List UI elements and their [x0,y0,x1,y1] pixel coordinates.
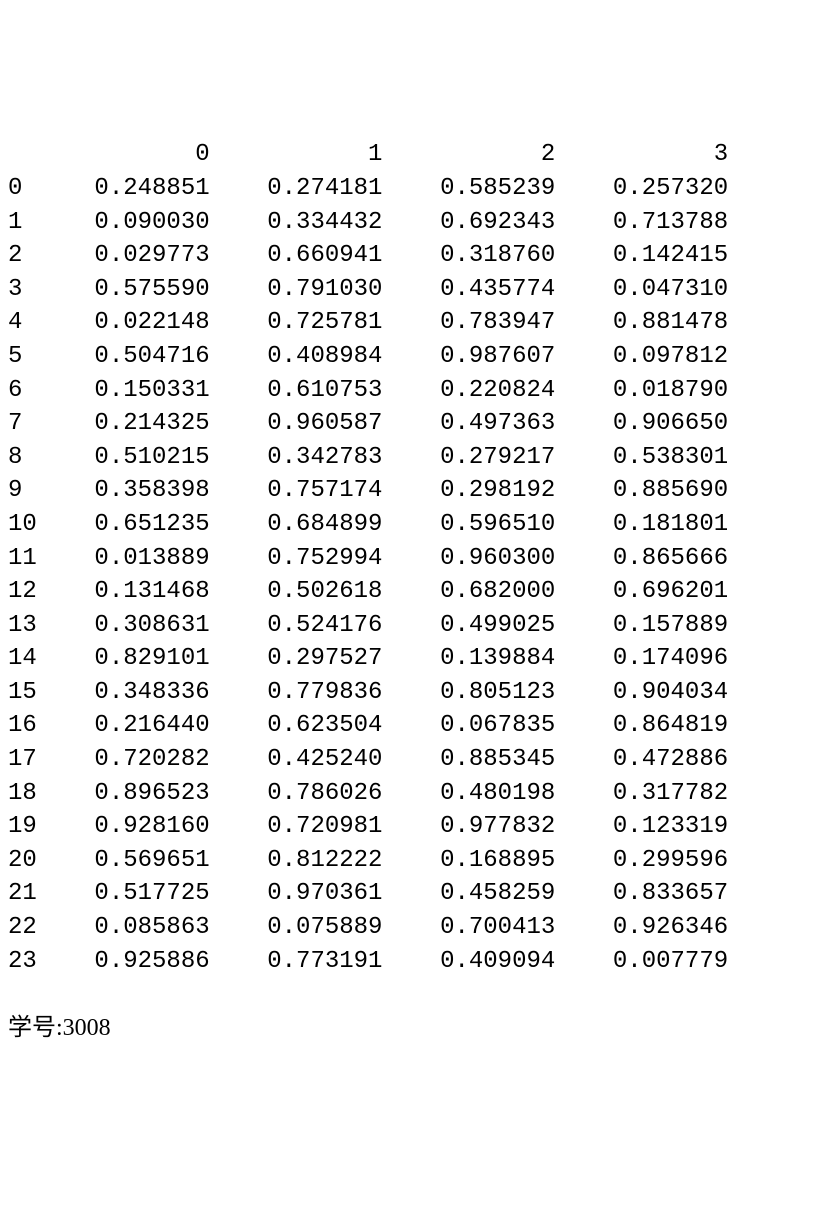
dataframe-output: 0 1 2 3 0 0.248851 0.274181 0.585239 0.2… [8,138,828,978]
footer-student-id: 学号:3008 [8,1012,828,1046]
